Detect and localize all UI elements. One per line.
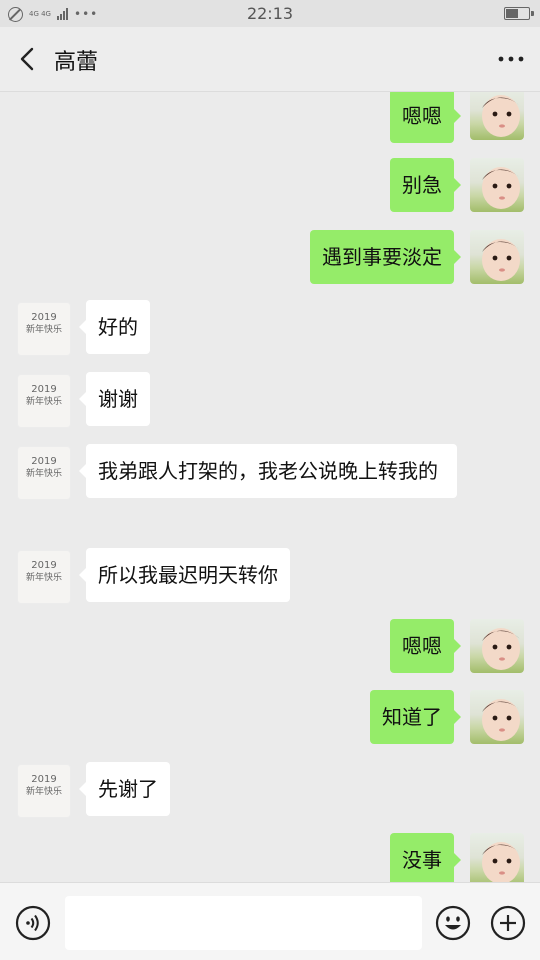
message-row: 2019 新年快乐 先谢了 — [0, 762, 540, 822]
message-row: 遇到事要淡定 — [0, 230, 540, 290]
my-avatar[interactable] — [470, 92, 524, 140]
emoji-icon[interactable] — [435, 905, 471, 941]
baby-photo-icon — [482, 95, 520, 137]
voice-input-icon[interactable] — [15, 905, 51, 941]
incoming-message-bubble[interactable]: 好的 — [79, 300, 150, 354]
battery-icon — [504, 7, 534, 20]
outgoing-message-bubble[interactable]: 嗯嗯 — [390, 92, 461, 143]
chat-header: 高蕾 — [0, 27, 540, 92]
incoming-message-bubble[interactable]: 谢谢 — [79, 372, 150, 426]
avatar-year-text: 2019 — [31, 774, 57, 785]
friend-avatar[interactable]: 2019 新年快乐 — [17, 302, 71, 356]
friend-avatar[interactable]: 2019 新年快乐 — [17, 550, 71, 604]
avatar-year-text: 2019 — [31, 384, 57, 395]
chat-title: 高蕾 — [54, 50, 99, 75]
friend-avatar[interactable]: 2019 新年快乐 — [17, 764, 71, 818]
status-bar: 4G 4G ••• 22:13 — [0, 0, 540, 27]
incoming-message-bubble[interactable]: 先谢了 — [79, 762, 170, 816]
message-row: 别急 — [0, 158, 540, 218]
my-avatar[interactable] — [470, 619, 524, 673]
message-row: 2019 新年快乐 我弟跟人打架的，我老公说晚上转我的 — [0, 444, 540, 534]
baby-photo-icon — [482, 699, 520, 741]
my-avatar[interactable] — [470, 230, 524, 284]
input-bar — [0, 882, 540, 960]
avatar-year-text: 2019 — [31, 560, 57, 571]
avatar-greeting-text: 新年快乐 — [25, 469, 62, 479]
friend-avatar[interactable]: 2019 新年快乐 — [17, 374, 71, 428]
my-avatar[interactable] — [470, 158, 524, 212]
message-row: 嗯嗯 — [0, 619, 540, 679]
message-row: 没事 — [0, 833, 540, 882]
baby-photo-icon — [482, 167, 520, 209]
avatar-year-text: 2019 — [31, 456, 57, 467]
message-row: 2019 新年快乐 谢谢 — [0, 372, 540, 432]
message-row: 嗯嗯 — [0, 92, 540, 146]
outgoing-message-bubble[interactable]: 别急 — [390, 158, 461, 212]
avatar-greeting-text: 新年快乐 — [25, 787, 62, 797]
baby-photo-icon — [482, 239, 520, 281]
my-avatar[interactable] — [470, 833, 524, 882]
message-row: 2019 新年快乐 所以我最迟明天转你 — [0, 548, 540, 608]
baby-photo-icon — [482, 628, 520, 670]
more-options-icon[interactable] — [496, 47, 526, 71]
message-list[interactable]: 嗯嗯 别急 遇到事要淡定 2019 新年快乐 好的 2019 新年快乐 谢谢 2… — [0, 92, 540, 882]
incoming-message-bubble[interactable]: 我弟跟人打架的，我老公说晚上转我的 — [79, 444, 457, 498]
outgoing-message-bubble[interactable]: 嗯嗯 — [390, 619, 461, 673]
friend-avatar[interactable]: 2019 新年快乐 — [17, 446, 71, 500]
my-avatar[interactable] — [470, 690, 524, 744]
avatar-year-text: 2019 — [31, 312, 57, 323]
avatar-greeting-text: 新年快乐 — [25, 573, 62, 583]
message-row: 知道了 — [0, 690, 540, 750]
add-more-icon[interactable] — [490, 905, 526, 941]
baby-photo-icon — [482, 842, 520, 882]
message-input[interactable] — [65, 896, 422, 950]
avatar-greeting-text: 新年快乐 — [25, 325, 62, 335]
incoming-message-bubble[interactable]: 所以我最迟明天转你 — [79, 548, 290, 602]
outgoing-message-bubble[interactable]: 知道了 — [370, 690, 461, 744]
outgoing-message-bubble[interactable]: 没事 — [390, 833, 461, 882]
outgoing-message-bubble[interactable]: 遇到事要淡定 — [310, 230, 461, 284]
back-arrow-icon[interactable] — [17, 47, 39, 71]
message-row: 2019 新年快乐 好的 — [0, 300, 540, 360]
status-time: 22:13 — [246, 4, 294, 23]
avatar-greeting-text: 新年快乐 — [25, 397, 62, 407]
